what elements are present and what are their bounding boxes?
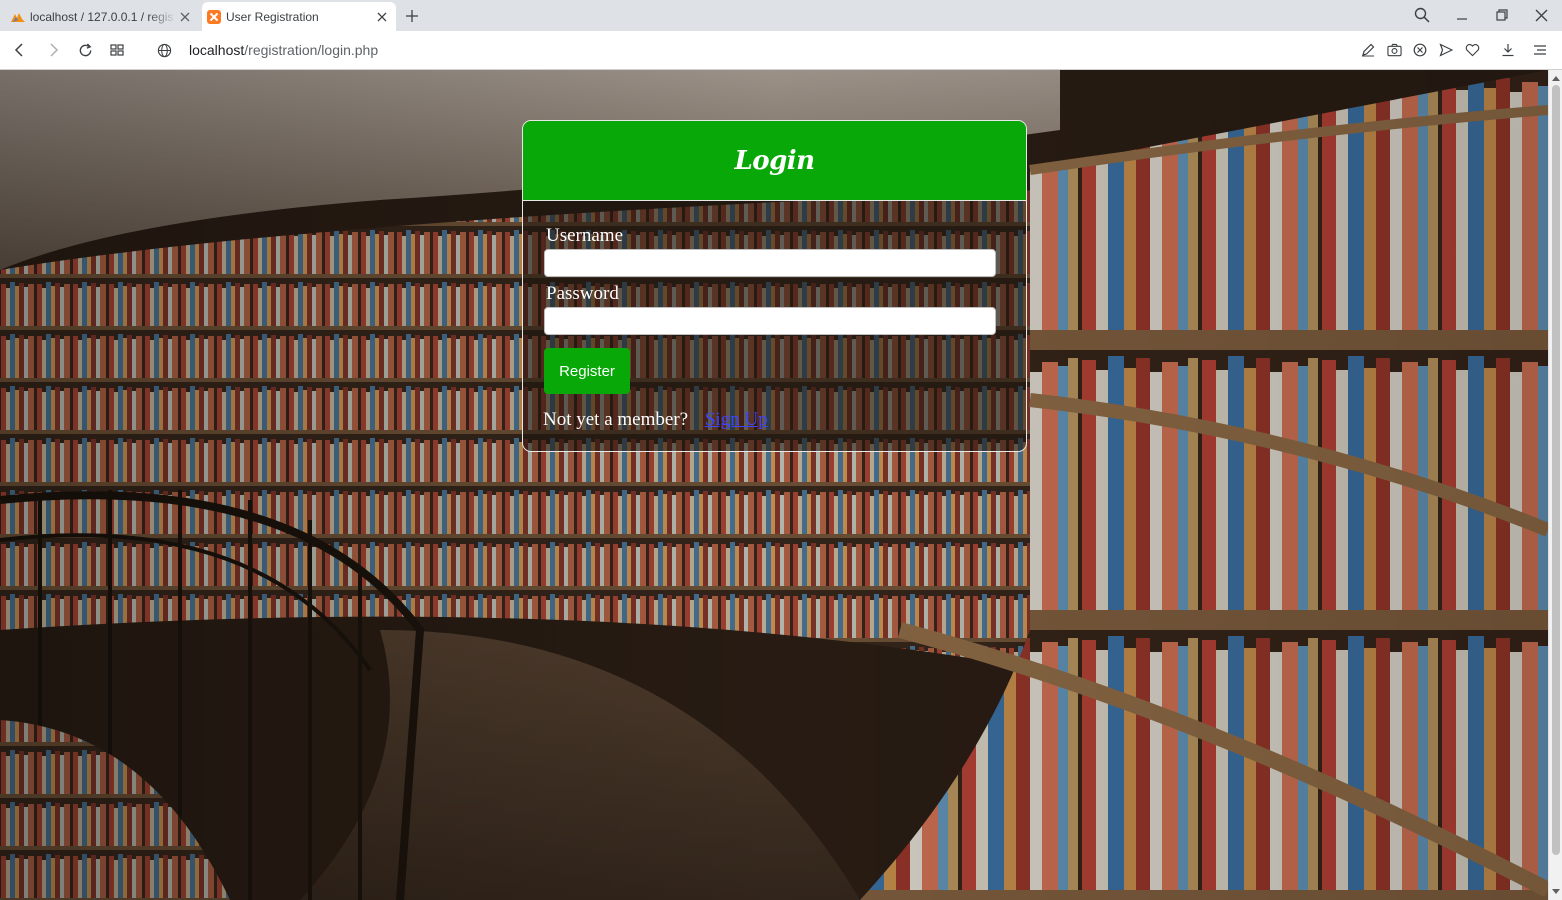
restore-icon[interactable] — [1490, 4, 1514, 26]
close-window-icon[interactable] — [1529, 4, 1553, 26]
forward-icon[interactable] — [43, 40, 63, 60]
scroll-down-icon[interactable] — [1551, 887, 1561, 897]
block-icon[interactable] — [1410, 40, 1430, 60]
download-icon[interactable] — [1498, 40, 1518, 60]
close-tab-icon[interactable] — [177, 9, 193, 25]
sign-up-link[interactable]: Sign Up — [705, 409, 768, 430]
register-button[interactable]: Register — [544, 348, 630, 394]
search-tabs-icon[interactable] — [1410, 4, 1434, 26]
password-label: Password — [546, 283, 619, 304]
tab-user-registration[interactable]: User Registration — [202, 2, 396, 31]
camera-icon[interactable] — [1384, 40, 1404, 60]
password-input[interactable] — [544, 307, 996, 335]
edit-icon[interactable] — [1358, 40, 1378, 60]
username-label: Username — [546, 225, 624, 246]
menu-icon[interactable] — [1530, 40, 1550, 60]
tab-phpmyadmin[interactable]: localhost / 127.0.0.1 / regis — [6, 2, 199, 31]
page-scrollbar[interactable] — [1548, 70, 1562, 900]
back-icon[interactable] — [10, 40, 30, 60]
site-info-globe-icon[interactable] — [154, 40, 174, 60]
url-host: localhost — [189, 42, 245, 58]
tab-grid-icon[interactable] — [107, 40, 127, 60]
phpmyadmin-icon — [11, 12, 25, 22]
xampp-icon — [207, 9, 221, 24]
url-path: /registration/login.php — [244, 42, 379, 58]
tab-title: User Registration — [226, 9, 319, 24]
browser-toolbar: localhost/registration/login.php — [0, 31, 1562, 70]
new-tab-icon[interactable] — [402, 6, 422, 26]
reload-icon[interactable] — [75, 40, 95, 60]
member-prompt-text: Not yet a member? — [543, 409, 689, 430]
heart-icon[interactable] — [1462, 40, 1482, 60]
scrollbar-thumb[interactable] — [1552, 85, 1560, 855]
username-input[interactable] — [544, 249, 996, 277]
send-icon[interactable] — [1436, 40, 1456, 60]
scroll-up-icon[interactable] — [1551, 73, 1561, 83]
signup-prompt: Not yet a member? Sign Up — [543, 409, 768, 431]
login-card: Login Username Password Register Not yet… — [522, 120, 1027, 452]
tab-strip: localhost / 127.0.0.1 / regis User Regis… — [0, 0, 1562, 31]
login-title: Login — [734, 145, 815, 176]
tab-title: localhost / 127.0.0.1 / regis — [30, 9, 174, 24]
address-bar[interactable]: localhost/registration/login.php — [189, 42, 378, 58]
close-tab-icon[interactable] — [374, 9, 390, 25]
login-form: Username Password Register Not yet a mem… — [523, 201, 1026, 451]
login-header: Login — [523, 121, 1026, 201]
minimize-icon[interactable] — [1450, 4, 1474, 26]
